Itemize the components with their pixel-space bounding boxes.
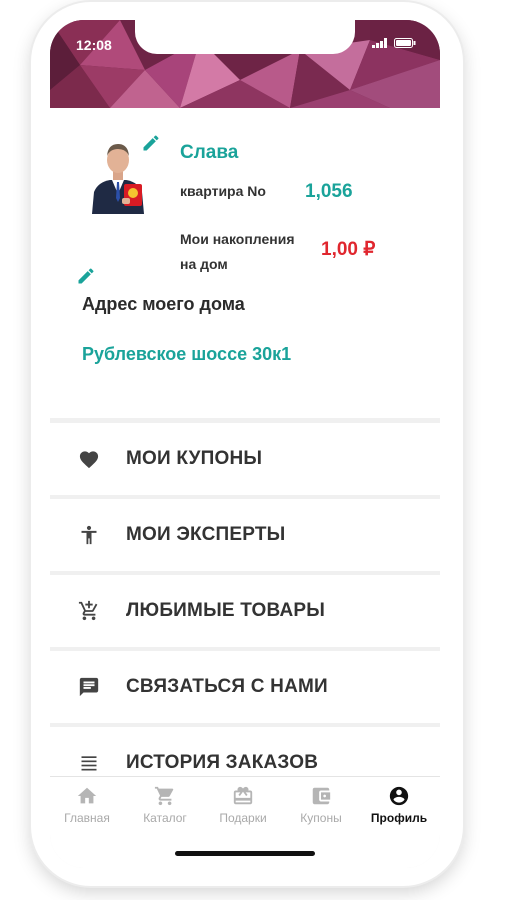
tab-label: Купоны: [300, 811, 342, 825]
menu-item-contact[interactable]: СВЯЗАТЬСЯ С НАМИ: [50, 651, 440, 723]
edit-address-pencil-icon[interactable]: [76, 266, 96, 286]
status-icons: [372, 38, 416, 48]
cart-add-icon: [76, 598, 102, 624]
menu-item-label: СВЯЗАТЬСЯ С НАМИ: [126, 676, 328, 697]
tab-home[interactable]: Главная: [52, 785, 122, 835]
menu-item-label: ИСТОРИЯ ЗАКАЗОВ: [126, 752, 319, 773]
tab-label: Профиль: [370, 811, 428, 825]
wallet-icon: [312, 787, 331, 805]
tab-gifts[interactable]: Подарки: [208, 785, 278, 835]
edit-avatar-pencil-icon[interactable]: [141, 133, 161, 153]
address-label: Адрес моего дома: [82, 294, 245, 314]
savings-label-line2: на дом: [180, 256, 228, 272]
menu-item-label: ЛЮБИМЫЕ ТОВАРЫ: [126, 600, 326, 621]
profile-name: Слава: [180, 142, 239, 163]
tab-catalog[interactable]: Каталог: [130, 785, 200, 835]
battery-icon: [394, 38, 416, 48]
menu-item-label: МОИ КУПОНЫ: [126, 448, 263, 469]
menu-item-label: МОИ ЭКСПЕРТЫ: [126, 524, 286, 545]
tab-profile[interactable]: Профиль: [364, 785, 434, 835]
chat-icon: [76, 674, 102, 700]
home-indicator: [175, 851, 315, 856]
savings-value: 1,00 ₽: [321, 239, 376, 260]
menu-item-experts[interactable]: МОИ ЭКСПЕРТЫ: [50, 499, 440, 571]
gift-icon: [233, 786, 253, 805]
home-icon: [77, 787, 97, 804]
signal-icon: [372, 38, 387, 48]
person-icon: [76, 522, 102, 548]
cart-icon: [154, 786, 174, 806]
app-screen: 12:08 Слава квартира No 1,056 Мои накопл…: [50, 20, 440, 868]
savings-label-line1: Мои накопления: [180, 231, 295, 247]
device-notch: [135, 20, 355, 54]
apartment-label: квартира No: [180, 183, 266, 199]
tab-coupons[interactable]: Купоны: [286, 785, 356, 835]
status-time: 12:08: [76, 37, 112, 53]
tab-label: Каталог: [143, 811, 187, 825]
apartment-value: 1,056: [305, 181, 353, 202]
address-value[interactable]: Рублевское шоссе 30к1: [82, 344, 291, 365]
menu-item-coupons[interactable]: МОИ КУПОНЫ: [50, 423, 440, 495]
tab-label: Подарки: [219, 811, 267, 825]
heart-icon: [76, 446, 102, 472]
menu-item-favorites[interactable]: ЛЮБИМЫЕ ТОВАРЫ: [50, 575, 440, 647]
list-icon: [76, 750, 102, 776]
tab-label: Главная: [64, 811, 110, 825]
profile-card: Слава квартира No 1,056 Мои накопления н…: [50, 108, 440, 418]
account-icon: [389, 786, 409, 806]
